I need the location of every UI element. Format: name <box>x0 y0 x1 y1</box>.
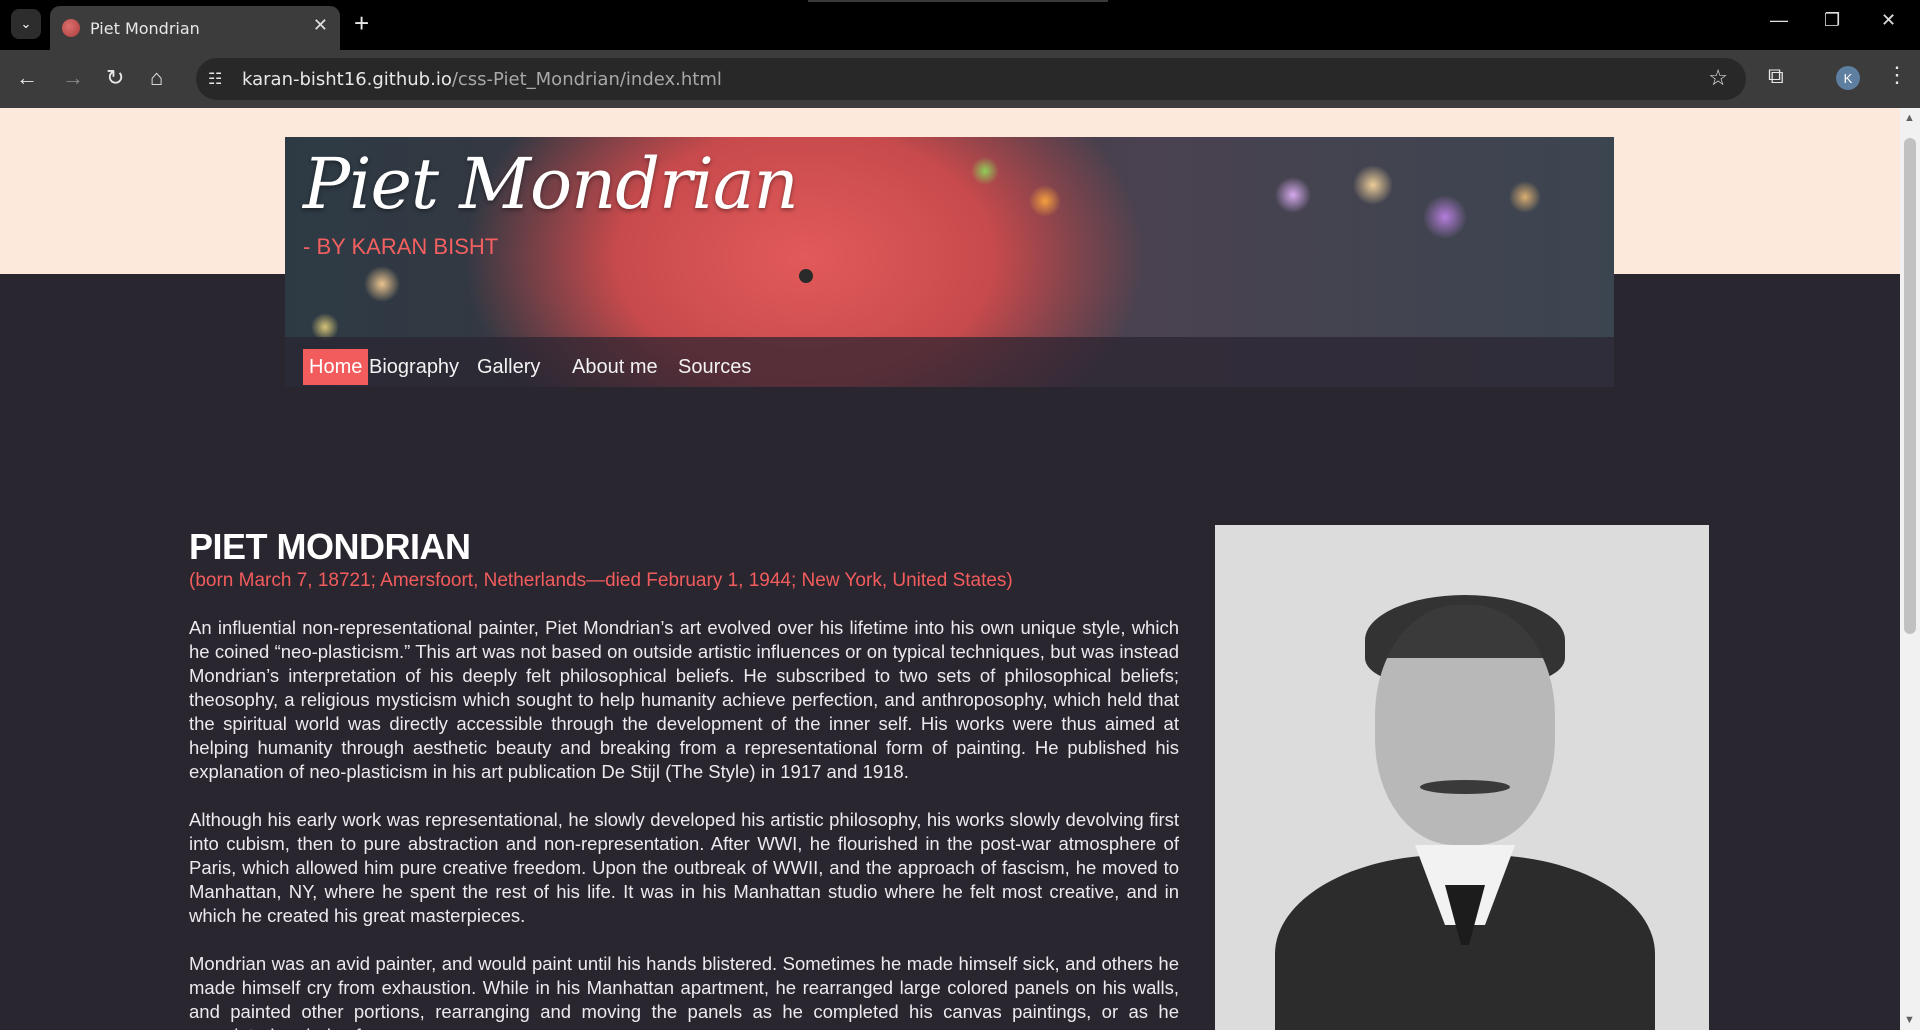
tab-search-button[interactable]: ⌄ <box>11 9 41 39</box>
page-viewport: Piet Mondrian - BY KARAN BISHT Home Biog… <box>0 108 1900 1030</box>
chevron-down-icon: ⌄ <box>20 16 32 31</box>
bio-paragraph: Mondrian was an avid painter, and would … <box>189 953 1179 1030</box>
kebab-menu-icon[interactable]: ⋮ <box>1886 62 1908 88</box>
nav-sources[interactable]: Sources <box>672 349 757 385</box>
scroll-down-arrow-icon[interactable]: ▼ <box>1904 1014 1915 1026</box>
bookmark-star-icon[interactable]: ☆ <box>1708 65 1728 91</box>
new-tab-button[interactable]: + <box>354 8 369 38</box>
page-heading: PIET MONDRIAN <box>189 526 471 567</box>
vertical-scrollbar[interactable]: ▲ ▼ <box>1900 108 1920 1030</box>
browser-toolbar: ← → ↻ ⌂ ☷ karan-bisht16.github.io/css-Pi… <box>0 50 1920 108</box>
site-info-icon[interactable]: ☷ <box>208 69 222 89</box>
scroll-thumb[interactable] <box>1904 138 1916 634</box>
nav-biography[interactable]: Biography <box>363 349 465 385</box>
site-byline: - BY KARAN BISHT <box>303 234 499 259</box>
scroll-up-arrow-icon[interactable]: ▲ <box>1904 112 1915 124</box>
home-icon[interactable]: ⌂ <box>150 65 163 91</box>
minimize-icon[interactable]: — <box>1770 10 1788 31</box>
reload-icon[interactable]: ↻ <box>106 65 124 91</box>
close-tab-icon[interactable]: ✕ <box>313 15 328 36</box>
window-drag-indicator <box>808 0 1108 2</box>
browser-tab[interactable]: Piet Mondrian ✕ <box>50 6 340 50</box>
banner-image-detail <box>799 269 813 283</box>
close-window-icon[interactable]: ✕ <box>1881 10 1896 31</box>
bio-paragraph: Although his early work was representati… <box>189 809 1179 926</box>
main-nav: Home Biography Gallery About me Sources <box>285 337 1614 387</box>
back-arrow-icon[interactable]: ← <box>16 65 38 91</box>
url-text[interactable]: karan-bisht16.github.io/css-Piet_Mondria… <box>242 69 722 90</box>
tab-title: Piet Mondrian <box>90 19 200 38</box>
url-host: karan-bisht16.github.io <box>242 69 452 90</box>
site-title: Piet Mondrian <box>303 143 799 225</box>
birth-info: (born March 7, 18721; Amersfoort, Nether… <box>189 570 1013 591</box>
portrait-head <box>1375 605 1555 845</box>
portrait-photo <box>1215 525 1709 1030</box>
portrait-mustache <box>1420 780 1510 794</box>
profile-avatar[interactable]: K <box>1836 66 1860 90</box>
bio-paragraph: An influential non-representational pain… <box>189 617 1179 782</box>
nav-home[interactable]: Home <box>303 349 369 385</box>
tab-strip: ⌄ Piet Mondrian ✕ + — ❐ ✕ <box>0 0 1920 50</box>
favicon-icon <box>62 19 80 37</box>
nav-about-me[interactable]: About me <box>566 349 664 385</box>
address-bar[interactable]: ☷ karan-bisht16.github.io/css-Piet_Mondr… <box>196 58 1746 100</box>
url-path: /css-Piet_Mondrian/index.html <box>451 69 722 90</box>
nav-gallery[interactable]: Gallery <box>471 349 546 385</box>
extensions-puzzle-icon[interactable]: ⧉ <box>1768 63 1784 89</box>
header-banner: Piet Mondrian - BY KARAN BISHT Home Biog… <box>285 137 1614 387</box>
forward-arrow-icon[interactable]: → <box>62 65 84 91</box>
restore-icon[interactable]: ❐ <box>1824 10 1840 31</box>
